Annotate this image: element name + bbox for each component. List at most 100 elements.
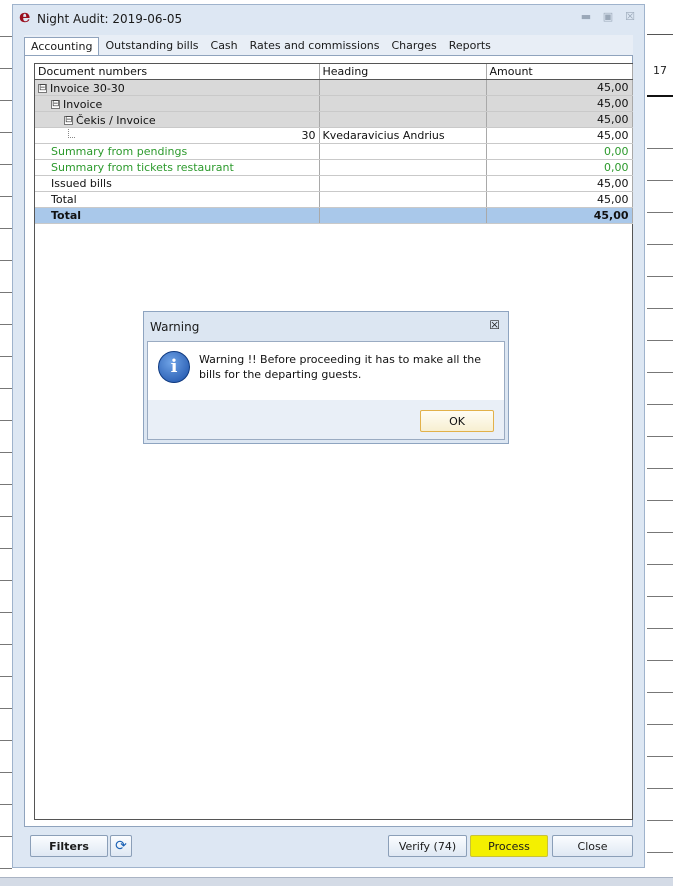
column-header-document-numbers[interactable]: Document numbers xyxy=(35,64,320,80)
cell-text: Invoice 30-30 xyxy=(50,82,125,95)
dialog-title: Warning xyxy=(150,320,200,334)
tab-charges[interactable]: Charges xyxy=(386,37,443,55)
close-button[interactable]: Close xyxy=(552,835,633,857)
grid-line xyxy=(647,148,673,149)
grid-line xyxy=(0,548,12,549)
table-row[interactable]: 30 Kvedaravicius Andrius 45,00 xyxy=(35,127,633,144)
cell-text: Summary from tickets restaurant xyxy=(51,161,234,174)
grid-line xyxy=(0,228,12,229)
grid-line xyxy=(0,324,12,325)
cell-amount: 45,00 xyxy=(486,79,633,96)
cell-amount: 45,00 xyxy=(486,191,633,208)
collapse-icon[interactable]: ⊟ xyxy=(51,100,60,109)
tab-reports[interactable]: Reports xyxy=(443,37,497,55)
cell-heading xyxy=(319,191,487,208)
cell-heading xyxy=(319,111,487,128)
cell-document-number: Summary from tickets restaurant xyxy=(35,159,320,176)
column-header-heading[interactable]: Heading xyxy=(319,64,487,80)
cell-amount: 45,00 xyxy=(486,175,633,192)
grid-line xyxy=(0,260,12,261)
cell-heading xyxy=(319,159,487,176)
cell-text: Total xyxy=(51,193,77,206)
grid-line xyxy=(0,644,12,645)
tab-accounting[interactable]: Accounting xyxy=(24,37,100,56)
grid-line xyxy=(647,340,673,341)
process-button[interactable]: Process xyxy=(470,835,548,857)
cell-text: Summary from pendings xyxy=(51,145,188,158)
title-bar[interactable]: e Night Audit: 2019-06-05 ▬ ▣ ☒ xyxy=(13,5,644,31)
grid-line xyxy=(0,708,12,709)
cell-text: Čekis / Invoice xyxy=(76,114,156,127)
cell-document-number: Total xyxy=(35,191,320,208)
tab-rates-and-commissions[interactable]: Rates and commissions xyxy=(244,37,386,55)
dialog-body: i Warning !! Before proceeding it has to… xyxy=(147,341,505,440)
cell-document-number: ⊟ Invoice 30-30 xyxy=(35,79,320,96)
grid-line xyxy=(647,692,673,693)
tab-outstanding-bills[interactable]: Outstanding bills xyxy=(99,37,204,55)
background-left-grid xyxy=(0,0,12,878)
cell-amount: 0,00 xyxy=(486,159,633,176)
grid-line xyxy=(647,244,673,245)
grid-line xyxy=(647,628,673,629)
grid-line xyxy=(0,420,12,421)
close-window-icon[interactable]: ☒ xyxy=(624,11,636,23)
table-row[interactable]: Summary from pendings 0,00 xyxy=(35,143,633,160)
table-row[interactable]: ⊟ Invoice 30-30 45,00 xyxy=(35,79,633,96)
cell-amount: 0,00 xyxy=(486,143,633,160)
grid-line xyxy=(0,836,12,837)
table-row[interactable]: ⊟ Čekis / Invoice 45,00 xyxy=(35,111,633,128)
tree-connector xyxy=(68,129,75,138)
table-row[interactable]: Issued bills 45,00 xyxy=(35,175,633,192)
table-row[interactable]: ⊟ Invoice 45,00 xyxy=(35,95,633,112)
table-row[interactable]: Total 45,00 xyxy=(35,207,633,224)
grid-line xyxy=(647,820,673,821)
table-row[interactable]: Total 45,00 xyxy=(35,191,633,208)
collapse-icon[interactable]: ⊟ xyxy=(38,84,47,93)
grid-line xyxy=(647,596,673,597)
tab-cash[interactable]: Cash xyxy=(205,37,244,55)
grid-line xyxy=(647,564,673,565)
column-header-amount[interactable]: Amount xyxy=(486,64,633,80)
background-right-grid xyxy=(647,0,673,878)
cell-document-number: ⊟ Čekis / Invoice xyxy=(35,111,320,128)
tab-strip: Accounting Outstanding bills Cash Rates … xyxy=(24,35,497,56)
background-status-strip xyxy=(0,877,673,886)
dialog-message: Warning !! Before proceeding it has to m… xyxy=(199,353,482,381)
dialog-close-icon[interactable]: ☒ xyxy=(489,318,500,332)
app-logo-icon: e xyxy=(19,6,31,27)
minimize-icon[interactable]: ▬ xyxy=(580,11,592,23)
cell-document-number: Summary from pendings xyxy=(35,143,320,160)
grid-line xyxy=(0,580,12,581)
table-row[interactable]: Summary from tickets restaurant 0,00 xyxy=(35,159,633,176)
grid-line xyxy=(647,532,673,533)
grid-line xyxy=(0,356,12,357)
grid-line xyxy=(0,388,12,389)
cell-heading xyxy=(319,207,487,224)
verify-button[interactable]: Verify (74) xyxy=(388,835,467,857)
cell-text: Invoice xyxy=(63,98,103,111)
grid-line xyxy=(647,404,673,405)
cell-document-number: 30 xyxy=(35,127,320,144)
grid-line xyxy=(0,452,12,453)
grid-line xyxy=(0,164,12,165)
cell-document-number: Total xyxy=(35,207,320,224)
ok-button[interactable]: OK xyxy=(420,410,494,432)
maximize-icon[interactable]: ▣ xyxy=(602,11,614,23)
grid-line xyxy=(0,516,12,517)
cell-heading xyxy=(319,143,487,160)
cell-amount: 45,00 xyxy=(486,95,633,112)
dialog-message-area: i Warning !! Before proceeding it has to… xyxy=(148,342,504,400)
grid-line xyxy=(647,500,673,501)
grid-line xyxy=(647,436,673,437)
refresh-button[interactable]: ⟳ xyxy=(110,835,132,857)
cell-heading xyxy=(319,175,487,192)
collapse-icon[interactable]: ⊟ xyxy=(64,116,73,125)
grid-line xyxy=(647,308,673,309)
footer-toolbar: Filters ⟳ Verify (74) Process Close xyxy=(13,833,646,863)
grid-line xyxy=(647,724,673,725)
cell-text: Total xyxy=(51,209,82,222)
grid-line xyxy=(647,852,673,853)
filters-button[interactable]: Filters xyxy=(30,835,108,857)
cell-text: 30 xyxy=(301,129,316,142)
refresh-icon: ⟳ xyxy=(115,838,127,854)
